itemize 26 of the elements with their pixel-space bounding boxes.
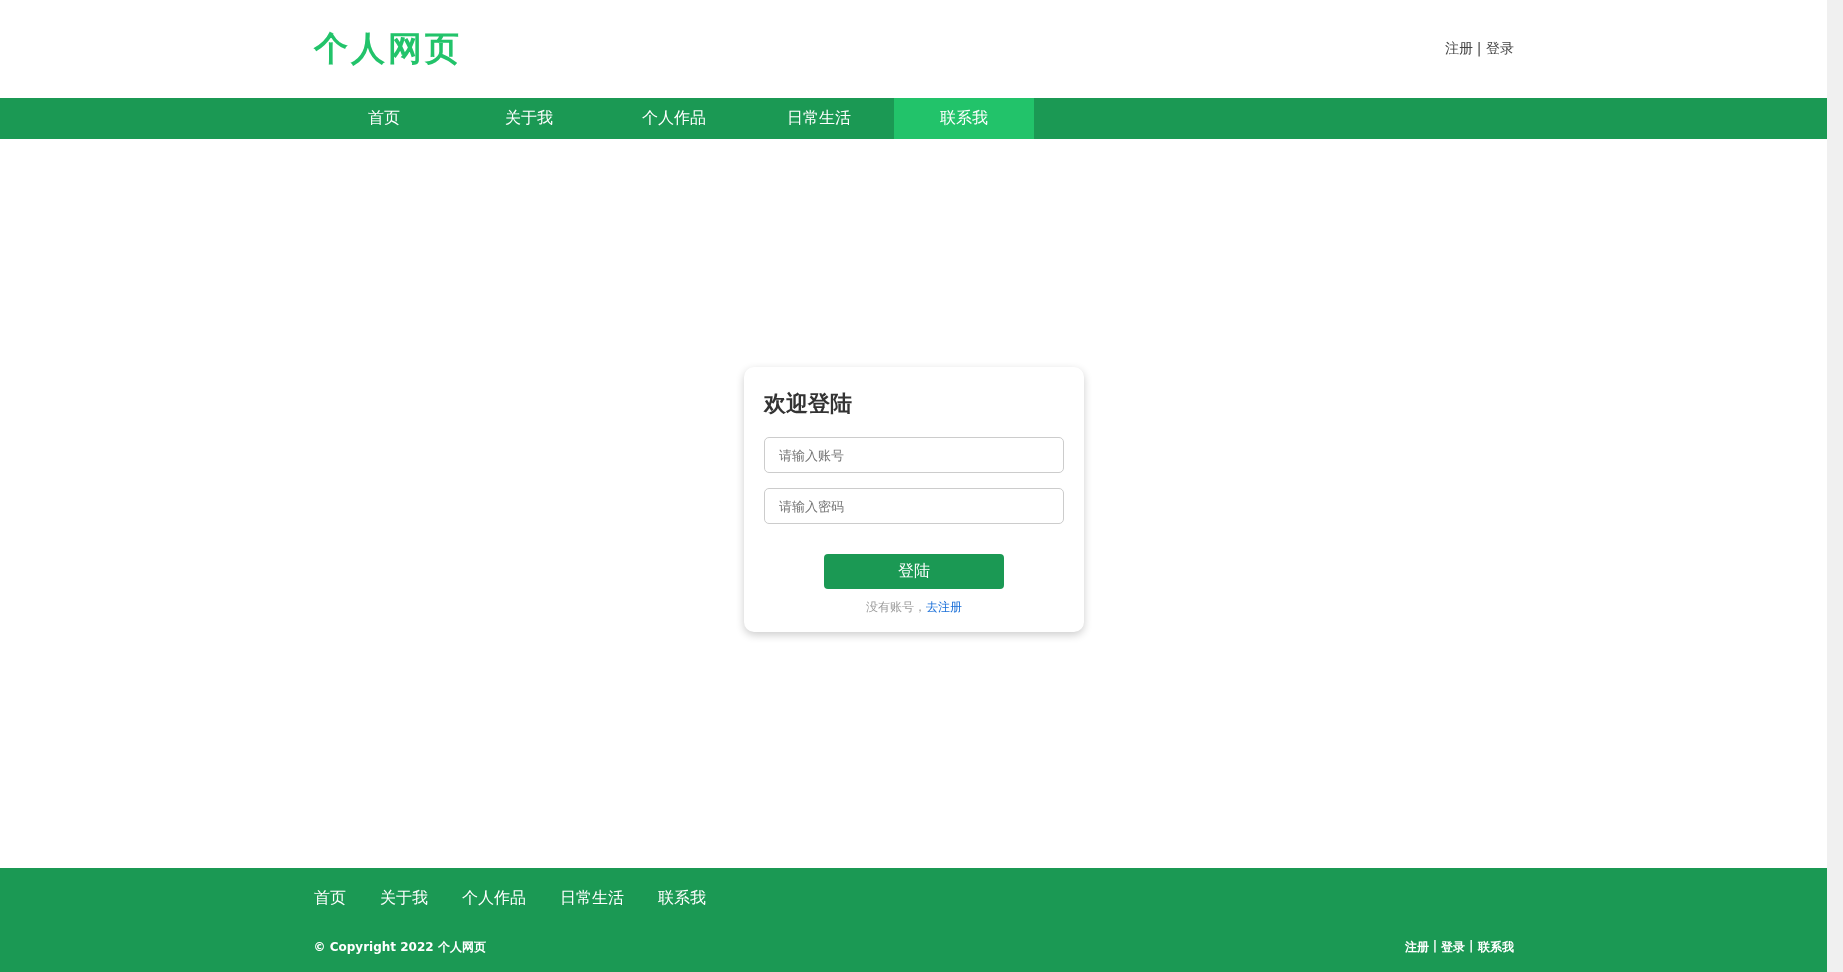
nav-tab[interactable]: 关于我 <box>458 98 599 139</box>
copyright-text: © Copyright 2022 个人网页 <box>313 939 486 956</box>
footer-link[interactable]: 首页 <box>313 888 346 909</box>
input-field[interactable]: 请输入账号 <box>763 437 1064 473</box>
nav-tab[interactable]: 个人作品 <box>603 98 744 139</box>
footer-link[interactable]: 登录 <box>1441 939 1466 956</box>
login-title: 欢迎登陆 <box>763 390 852 418</box>
footer-link[interactable]: 联系我 <box>657 888 706 909</box>
nav-tab[interactable]: 联系我 <box>893 98 1034 139</box>
header-link[interactable]: 登录 <box>1485 40 1514 58</box>
footer-link[interactable]: 联系我 <box>1477 939 1514 956</box>
register-prompt: 没有账号， <box>865 600 926 614</box>
footer-link[interactable]: 注册 <box>1404 939 1429 956</box>
link-separator: | <box>1469 939 1474 955</box>
input-field[interactable]: 请输入密码 <box>763 488 1064 524</box>
nav-tab[interactable]: 日常生活 <box>748 98 889 139</box>
register-link[interactable]: 去注册 <box>925 600 962 614</box>
link-separator: | <box>1476 40 1482 58</box>
header-link[interactable]: 注册 <box>1444 40 1473 58</box>
footer-link[interactable]: 关于我 <box>379 888 428 909</box>
nav-tab[interactable]: 首页 <box>313 98 454 139</box>
footer-link[interactable]: 个人作品 <box>461 888 526 909</box>
link-separator: | <box>1432 939 1438 955</box>
site-logo[interactable]: 个人网页 <box>313 26 462 72</box>
footer-link[interactable]: 日常生活 <box>559 888 624 909</box>
login-button[interactable]: 登陆 <box>823 554 1004 589</box>
